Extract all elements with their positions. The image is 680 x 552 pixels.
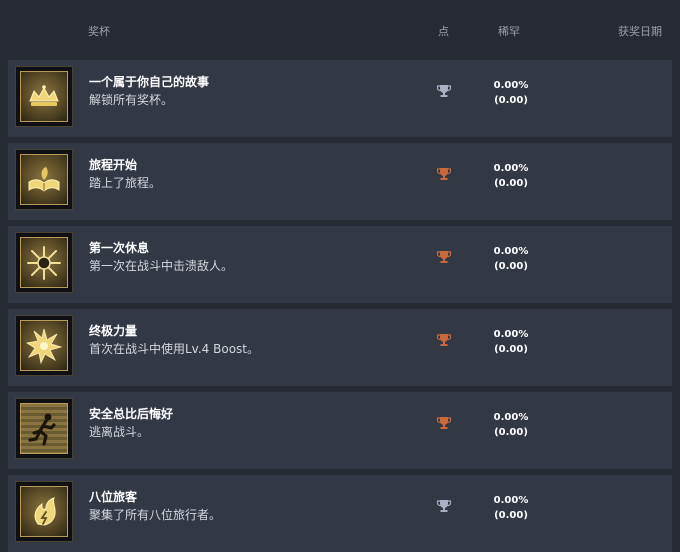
column-header-date-earned: 获奖日期	[618, 25, 662, 38]
trophy-image	[15, 481, 73, 542]
trophy-description: 踏上了旅程。	[89, 176, 162, 190]
trophy-list-header: 奖杯 点 稀罕 获奖日期	[8, 8, 672, 52]
rarity-value: 0.00% (0.00)	[478, 60, 544, 108]
bronze-trophy-icon	[436, 168, 452, 180]
flame-emblem-icon	[20, 486, 68, 537]
trophy-image	[15, 149, 73, 210]
rarity-value: 0.00% (0.00)	[478, 475, 544, 523]
trophy-name: 一个属于你自己的故事	[89, 75, 210, 89]
rarity-ratio: (0.00)	[494, 95, 528, 106]
bronze-trophy-icon	[436, 417, 452, 429]
rarity-value: 0.00% (0.00)	[478, 309, 544, 357]
rarity-percent: 0.00%	[493, 163, 529, 174]
trophy-name: 八位旅客	[89, 490, 138, 504]
rarity-percent: 0.00%	[493, 246, 529, 257]
rarity-percent: 0.00%	[493, 329, 529, 340]
trophy-image	[15, 398, 73, 459]
bronze-trophy-icon	[436, 334, 452, 346]
rarity-ratio: (0.00)	[494, 344, 528, 355]
rarity-percent: 0.00%	[493, 412, 529, 423]
shatter-burst-icon	[20, 237, 68, 288]
bronze-trophy-icon	[436, 251, 452, 263]
rarity-value: 0.00% (0.00)	[478, 226, 544, 274]
trophy-image	[15, 315, 73, 376]
trophy-name: 终极力量	[89, 324, 138, 338]
column-header-trophy: 奖杯	[88, 25, 110, 38]
trophy-description: 首次在战斗中使用Lv.4 Boost。	[89, 342, 259, 356]
trophy-image	[15, 232, 73, 293]
silver-trophy-icon	[436, 85, 452, 97]
trophy-row[interactable]: 八位旅客 聚集了所有八位旅行者。 0.00% (0.00)	[8, 475, 672, 552]
trophy-row[interactable]: 安全总比后悔好 逃离战斗。 0.00% (0.00)	[8, 392, 672, 469]
column-header-points: 点	[438, 25, 449, 38]
rarity-ratio: (0.00)	[494, 261, 528, 272]
trophy-description: 逃离战斗。	[89, 425, 150, 439]
open-book-icon	[20, 154, 68, 205]
rarity-ratio: (0.00)	[494, 427, 528, 438]
trophy-description: 第一次在战斗中击溃敌人。	[89, 259, 234, 273]
trophy-row[interactable]: 第一次休息 第一次在战斗中击溃敌人。 0.00% (0.00)	[8, 226, 672, 303]
rarity-value: 0.00% (0.00)	[478, 143, 544, 191]
rarity-value: 0.00% (0.00)	[478, 392, 544, 440]
starburst-icon	[20, 320, 68, 371]
crown-icon	[20, 71, 68, 122]
rarity-ratio: (0.00)	[494, 178, 528, 189]
trophy-description: 聚集了所有八位旅行者。	[89, 508, 222, 522]
trophy-row[interactable]: 一个属于你自己的故事 解锁所有奖杯。 0.00% (0.00)	[8, 60, 672, 137]
rarity-ratio: (0.00)	[494, 510, 528, 521]
silver-trophy-icon	[436, 500, 452, 512]
trophy-name: 第一次休息	[89, 241, 150, 255]
rarity-percent: 0.00%	[493, 80, 529, 91]
trophy-image	[15, 66, 73, 127]
trophy-name: 旅程开始	[89, 158, 138, 172]
running-figure-icon	[20, 403, 68, 454]
trophy-name: 安全总比后悔好	[89, 407, 174, 421]
column-header-rarity: 稀罕	[498, 25, 520, 38]
trophy-row[interactable]: 终极力量 首次在战斗中使用Lv.4 Boost。 0.00% (0.00)	[8, 309, 672, 386]
rarity-percent: 0.00%	[493, 495, 529, 506]
trophy-description: 解锁所有奖杯。	[89, 93, 174, 107]
trophy-row[interactable]: 旅程开始 踏上了旅程。 0.00% (0.00)	[8, 143, 672, 220]
